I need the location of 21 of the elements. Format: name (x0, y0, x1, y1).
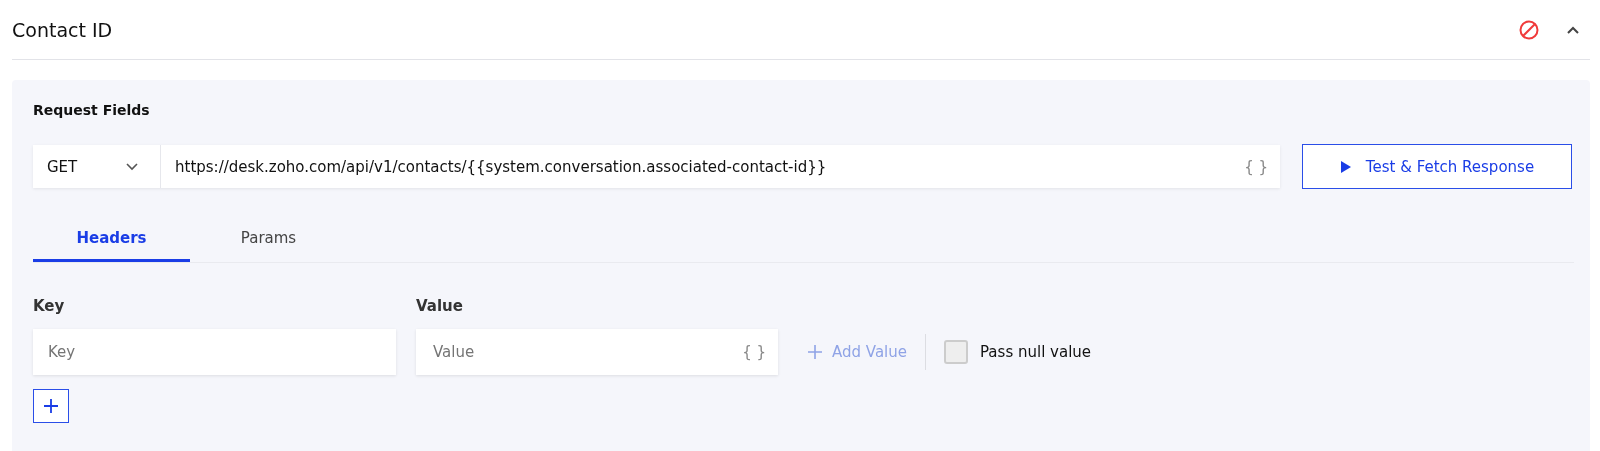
tab[interactable]: Headers (33, 217, 190, 262)
checkbox-label: Pass null value (980, 343, 1092, 361)
method-dropdown[interactable]: GET (33, 145, 161, 188)
url-field[interactable]: https://desk.zoho.com/api/v1/contacts/{{system.conversation.associated-contact-id}} { } (161, 145, 1280, 188)
variable-button[interactable]: { } (742, 343, 766, 361)
chevron-down-icon (126, 162, 138, 171)
key-label: Key (33, 297, 66, 315)
value-label: Value (416, 297, 464, 315)
value-field[interactable]: Value { } (416, 329, 778, 375)
plus-icon (808, 345, 822, 359)
key-field[interactable]: Key (33, 329, 396, 375)
plus-icon (43, 398, 59, 414)
collapse-icon[interactable] (1566, 24, 1580, 35)
variable-button[interactable]: { } (1244, 157, 1268, 176)
tab[interactable]: Params (190, 217, 347, 262)
play-icon (1339, 159, 1352, 174)
add-row-button[interactable] (33, 389, 69, 423)
section-heading: Request Fields (33, 102, 151, 118)
section-title: Contact ID (12, 18, 113, 41)
checkbox[interactable] (944, 340, 968, 364)
test-fetch-button[interactable]: Test & Fetch Response (1302, 144, 1572, 189)
